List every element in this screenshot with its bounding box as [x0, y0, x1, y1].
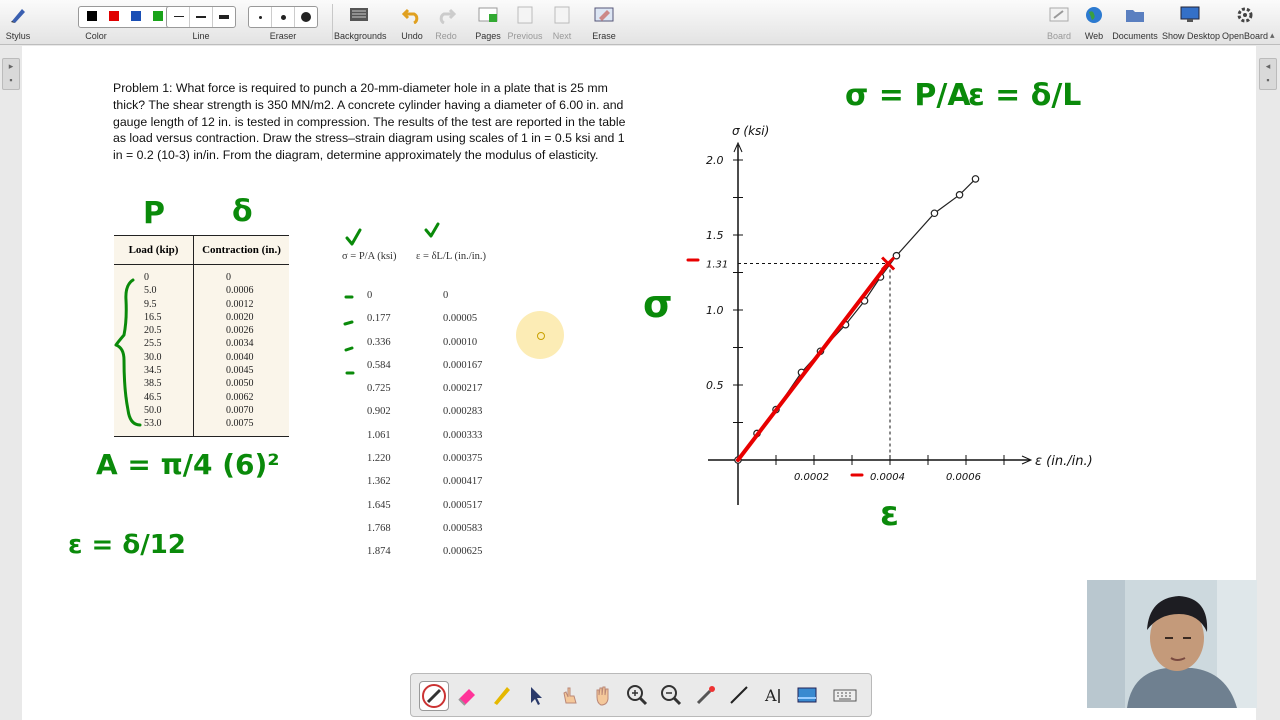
hand-tool-button[interactable] [589, 681, 617, 709]
strain-formula: ε = δ/12 [68, 530, 186, 560]
capture-icon [797, 687, 817, 703]
stress-strain-chart: 0.5 1.0 1.5 2.0 0.0002 0.0004 0.0006 σ (ksi) ε (… [706, 124, 1093, 505]
x-tick-label: 0.0004 [870, 472, 905, 483]
y-axis-label: σ (ksi) [732, 124, 769, 138]
area-formula: A = π/4 (6)² [96, 448, 280, 481]
delta-annotation: δ [232, 194, 253, 229]
arrow-cursor-icon [531, 687, 542, 705]
eraser-tool-button[interactable] [453, 681, 481, 709]
sigma-formula: σ = P/A [845, 78, 971, 113]
check-mark-icon [345, 228, 362, 246]
data-curve [737, 178, 976, 461]
line-icon [730, 686, 748, 704]
eraser-icon [458, 689, 475, 706]
zoom-in-button[interactable] [623, 681, 651, 709]
interactor-tool-button[interactable] [555, 681, 583, 709]
data-point [955, 191, 964, 199]
selector-tool-button[interactable] [521, 681, 549, 709]
presenter-video [1087, 580, 1257, 708]
laser-pointer-button[interactable] [691, 681, 719, 709]
pen-icon [422, 684, 446, 708]
tool-palette: A [410, 673, 872, 717]
laser-pointer-icon [696, 686, 715, 705]
data-point [971, 175, 980, 183]
zoom-in-icon [627, 685, 648, 706]
check-mark-icon [424, 222, 440, 238]
marked-value-label: 1.31 [706, 260, 728, 271]
hand-pointer-icon [563, 687, 577, 704]
marker-icon [494, 687, 510, 705]
y-tick-label: 2.0 [706, 154, 724, 167]
curly-brace-icon [114, 278, 142, 427]
y-tick-label: 1.5 [706, 229, 724, 242]
marker-tool-button[interactable] [487, 681, 515, 709]
x-tick-label: 0.0002 [794, 472, 829, 483]
x-tick-label: 0.0006 [946, 472, 981, 483]
keyboard-button[interactable] [831, 681, 859, 709]
zoom-out-icon [661, 685, 682, 706]
capture-tool-button[interactable] [793, 681, 821, 709]
svg-text:A: A [764, 686, 777, 705]
y-tick-label: 1.0 [706, 304, 724, 317]
p-annotation: P [143, 196, 165, 231]
keyboard-icon [833, 689, 857, 702]
x-axis-label: ε (in./in.) [1035, 454, 1093, 469]
text-icon: A [764, 686, 780, 705]
pen-tool-button[interactable] [419, 681, 449, 711]
epsilon-formula: ε = δ/L [968, 78, 1082, 113]
webcam-overlay [1087, 580, 1257, 708]
modulus-fit-line [736, 261, 891, 462]
y-tick-label: 0.5 [706, 379, 724, 392]
data-point [930, 209, 939, 218]
zoom-out-button[interactable] [657, 681, 685, 709]
line-tool-button[interactable] [725, 681, 753, 709]
hand-icon [596, 686, 609, 706]
text-tool-button[interactable]: A [759, 681, 787, 709]
